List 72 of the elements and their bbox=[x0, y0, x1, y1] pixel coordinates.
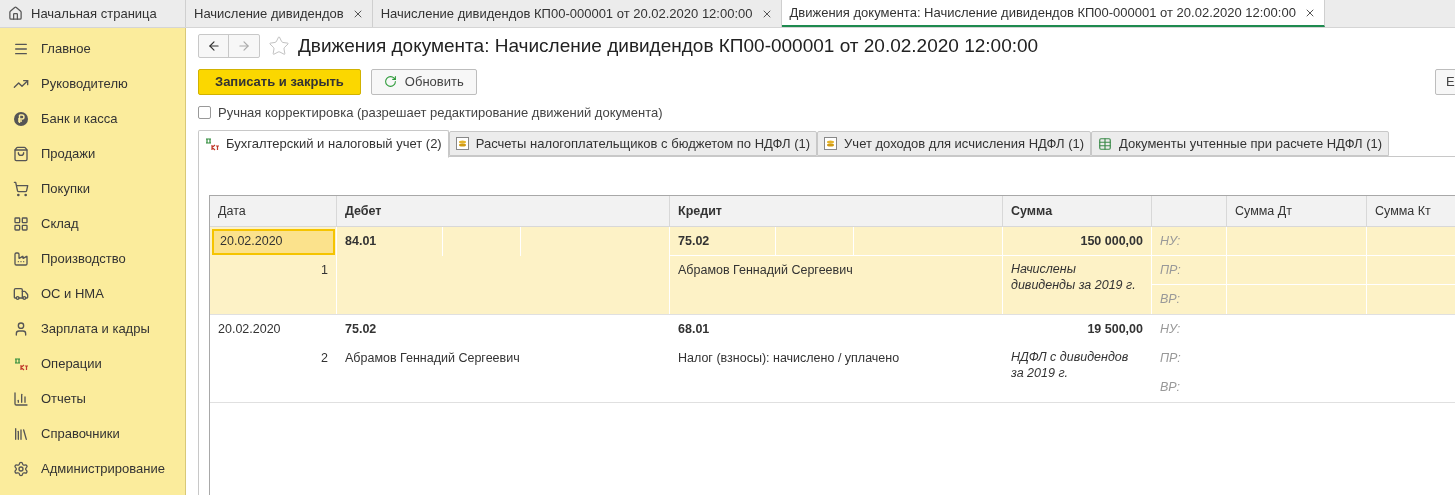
form-title: Движения документа: Начисление дивидендов КП00-000001 от 20.02.2020 12:00:00 bbox=[298, 34, 1039, 58]
debit-credit-icon bbox=[14, 356, 28, 371]
date-cell-text: 20.02.2020 bbox=[217, 321, 282, 339]
register-icon bbox=[455, 137, 469, 150]
sidebar-item[interactable]: Продажи bbox=[0, 136, 185, 171]
register-tab[interactable]: Бухгалтерский и налоговый учет (2) bbox=[198, 130, 449, 158]
sidebar-item[interactable]: Покупки bbox=[0, 171, 185, 206]
books-icon bbox=[13, 425, 29, 442]
sidebar-item[interactable]: Производство bbox=[0, 241, 185, 276]
subconto-cell-text: Абрамов Геннадий Сергеевич bbox=[678, 262, 853, 280]
amount-cell-text: 150 000,00 bbox=[1080, 232, 1143, 250]
debit-credit-icon bbox=[205, 137, 219, 151]
manual-edit-label: Ручная корректировка (разрешает редактирование движений документа) bbox=[218, 103, 663, 122]
manual-edit-checkbox[interactable] bbox=[198, 105, 211, 119]
column-header[interactable]: Кредит bbox=[678, 201, 722, 221]
more-button[interactable]: Е bbox=[1435, 68, 1455, 95]
subconto-cell-text: Абрамов Геннадий Сергеевич bbox=[345, 350, 520, 368]
amount-cell-text: 19 500,00 bbox=[1087, 320, 1143, 338]
grid-icon bbox=[13, 215, 29, 232]
window-tab[interactable]: Начисление дивидендов bbox=[186, 0, 373, 27]
content-cell-text: Начислены дивиденды за 2019 г. bbox=[1011, 261, 1137, 293]
sidebar-item[interactable]: Справочники bbox=[0, 416, 185, 451]
register-tab[interactable]: Учет доходов для исчисления НДФЛ (1) bbox=[817, 131, 1092, 156]
sidebar-item[interactable]: ОС и НМА bbox=[0, 276, 185, 311]
user-icon bbox=[13, 320, 29, 337]
account-cell-text: 84.01 bbox=[345, 233, 377, 251]
factory-icon bbox=[13, 250, 29, 267]
accounting-type-label: ВР: bbox=[1160, 291, 1180, 309]
truck-icon bbox=[13, 285, 29, 302]
sidebar-item[interactable]: Склад bbox=[0, 206, 185, 241]
date-cell: 20.02.2020 bbox=[212, 228, 335, 255]
row-number: 2 bbox=[321, 350, 328, 368]
row-number: 1 bbox=[321, 262, 328, 280]
home-icon bbox=[8, 6, 23, 21]
accounting-type-label: НУ: bbox=[1160, 232, 1181, 250]
settings-icon bbox=[13, 460, 29, 477]
window-tab[interactable]: Движения документа: Начисление дивидендов КП00-000001 от 20.02.2020 12:00:00 bbox=[781, 0, 1325, 27]
save-and-close-button[interactable]: Записать и закрыть bbox=[198, 68, 361, 95]
bar-chart-icon bbox=[13, 390, 29, 407]
account-cell-text: 75.02 bbox=[345, 321, 377, 339]
column-header[interactable]: Дебет bbox=[345, 201, 382, 221]
accounting-type-label: ПР: bbox=[1160, 261, 1181, 279]
column-header[interactable]: Сумма Дт bbox=[1235, 201, 1292, 221]
column-header[interactable]: Дата bbox=[218, 201, 246, 221]
window-tab[interactable]: Начисление дивидендов КП00-000001 от 20.02.2020 12:00:00 bbox=[372, 0, 782, 27]
coin-icon bbox=[13, 110, 29, 127]
sidebar-item[interactable]: Отчеты bbox=[0, 381, 185, 416]
favorite-star-icon[interactable] bbox=[268, 35, 290, 58]
sidebar-item[interactable]: Операции bbox=[0, 346, 185, 381]
column-header[interactable]: Сумма Кт bbox=[1375, 201, 1431, 221]
register-tab[interactable]: Расчеты налогоплательщиков с бюджетом по НДФЛ (1) bbox=[448, 131, 818, 156]
content-cell-text: НДФЛ с дивидендов за 2019 г. bbox=[1011, 349, 1130, 381]
refresh-icon bbox=[383, 75, 397, 88]
sidebar-item[interactable]: Руководителю bbox=[0, 66, 185, 101]
column-header[interactable]: Сумма bbox=[1011, 201, 1053, 221]
cart-icon bbox=[13, 180, 29, 197]
accounting-type-label: НУ: bbox=[1160, 320, 1181, 338]
window-tab[interactable]: Начальная страница bbox=[0, 0, 186, 27]
sidebar-item[interactable]: Администрирование bbox=[0, 451, 185, 486]
bag-icon bbox=[13, 145, 29, 162]
sidebar-item[interactable]: Банк и касса bbox=[0, 101, 185, 136]
register-icon bbox=[824, 137, 838, 150]
table-icon bbox=[1098, 136, 1113, 151]
register-tab[interactable]: Документы учтенные при расчете НДФЛ (1) bbox=[1091, 131, 1390, 156]
accounting-type-label: ПР: bbox=[1160, 349, 1181, 367]
refresh-button[interactable]: Обновить bbox=[370, 68, 477, 95]
sidebar-item[interactable]: Зарплата и кадры bbox=[0, 311, 185, 346]
account-cell-text: 75.02 bbox=[678, 232, 710, 250]
sidebar-item[interactable]: Главное bbox=[0, 31, 185, 66]
accounting-type-label: ВР: bbox=[1160, 379, 1180, 397]
subconto-cell-text: Налог (взносы): начислено / уплачено bbox=[678, 350, 900, 368]
account-cell-text: 68.01 bbox=[678, 320, 710, 338]
